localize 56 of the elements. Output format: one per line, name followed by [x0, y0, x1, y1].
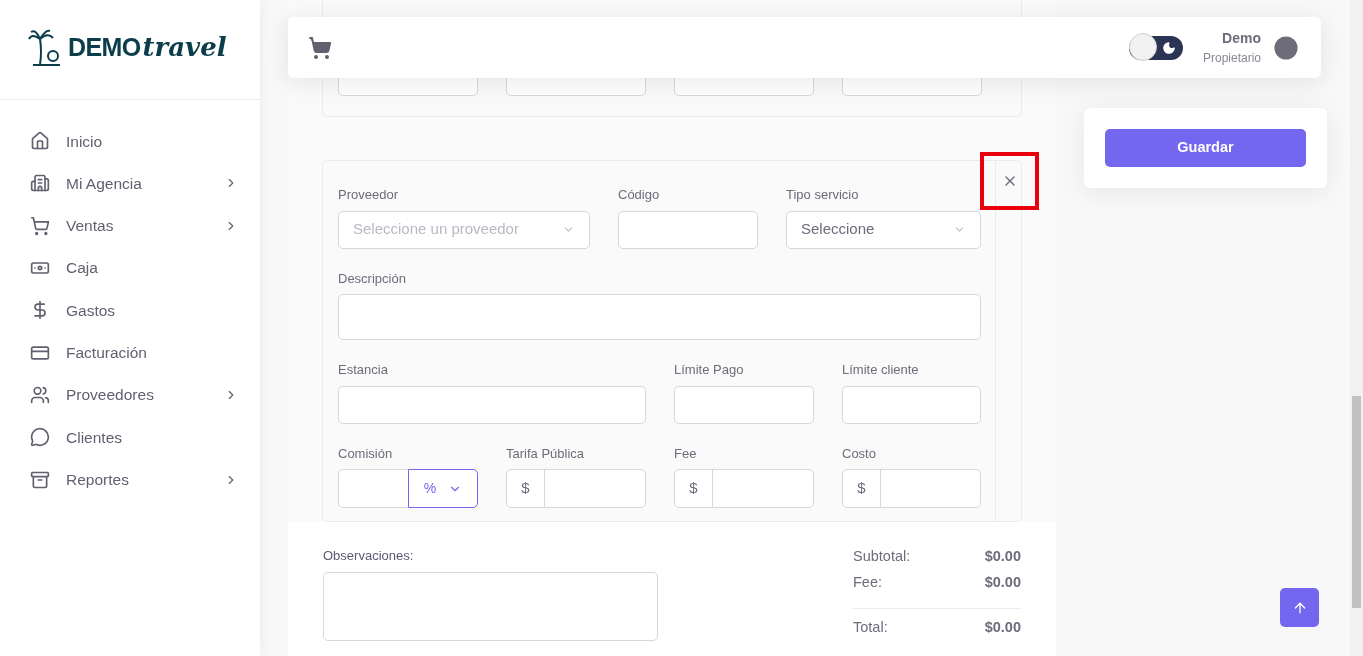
total-label: Subtotal: [853, 547, 911, 566]
archive-box-icon [30, 469, 50, 490]
observations-label: Observaciones: [323, 547, 415, 565]
user-role: Propietario [1202, 50, 1261, 67]
sidebar-item[interactable]: Inicio [0, 120, 260, 163]
input-field[interactable] [338, 469, 408, 508]
total-value: $0.00 [984, 573, 1021, 592]
field-label: Costo [842, 444, 877, 463]
building-icon [30, 173, 50, 194]
sidebar-item[interactable]: Clientes [0, 416, 260, 459]
sidebar-item[interactable]: Caja [0, 246, 260, 290]
sidebar-item[interactable]: Gastos [0, 289, 260, 332]
save-button[interactable]: Guardar [1105, 129, 1306, 167]
sidebar-item[interactable]: Ventas [0, 204, 260, 247]
home-icon [30, 131, 50, 152]
field-label: Descripción [338, 269, 407, 288]
cart-icon[interactable] [308, 35, 332, 60]
total-label: Total: [853, 618, 888, 637]
sidebar-item[interactable]: Reportes [0, 458, 260, 501]
observations-field[interactable] [323, 571, 658, 641]
total-value: $0.00 [984, 618, 1021, 637]
field-label: Código [618, 186, 661, 204]
field-label: Proveedor [338, 186, 399, 204]
input-field[interactable]: $ [506, 469, 646, 508]
theme-toggle[interactable] [1128, 35, 1183, 60]
sidebar-item[interactable]: Proveedores [0, 373, 260, 417]
input-field[interactable]: $ [842, 469, 981, 508]
sidebar-item[interactable]: Facturación [0, 331, 260, 374]
logo-wordmark: DEMO [68, 31, 141, 63]
chat-bubble-icon [30, 427, 50, 448]
field-label: Límite cliente [842, 361, 920, 379]
field-label: Tipo servicio [786, 186, 860, 204]
people-icon [30, 384, 50, 405]
logo-script: travel [142, 31, 227, 64]
user-name: Demo [1222, 29, 1261, 48]
input-field[interactable]: $ [674, 469, 814, 508]
field-label: Fee [674, 444, 698, 463]
input-field[interactable] [674, 385, 814, 424]
unit-dropdown[interactable]: % [408, 469, 478, 508]
total-value: $0.00 [984, 547, 1021, 566]
field-label: Estancia [338, 361, 389, 379]
input-field[interactable] [618, 210, 758, 249]
cart-icon [30, 215, 50, 236]
total-label: Fee: [853, 573, 882, 592]
input-field[interactable] [842, 385, 981, 424]
field-label: Límite Pago [674, 361, 745, 379]
input-field[interactable] [338, 385, 646, 424]
field-label: Comisión [338, 444, 394, 463]
scrollbar[interactable] [1350, 0, 1363, 656]
field-label: Tarifa Pública [506, 444, 586, 463]
text-area[interactable] [338, 294, 981, 340]
close-button[interactable] [980, 152, 1039, 210]
select-field[interactable]: Seleccione [786, 210, 981, 249]
scroll-top-button[interactable] [1280, 588, 1319, 627]
moon-icon [1161, 40, 1176, 55]
sidebar-item[interactable]: Mi Agencia [0, 162, 260, 205]
